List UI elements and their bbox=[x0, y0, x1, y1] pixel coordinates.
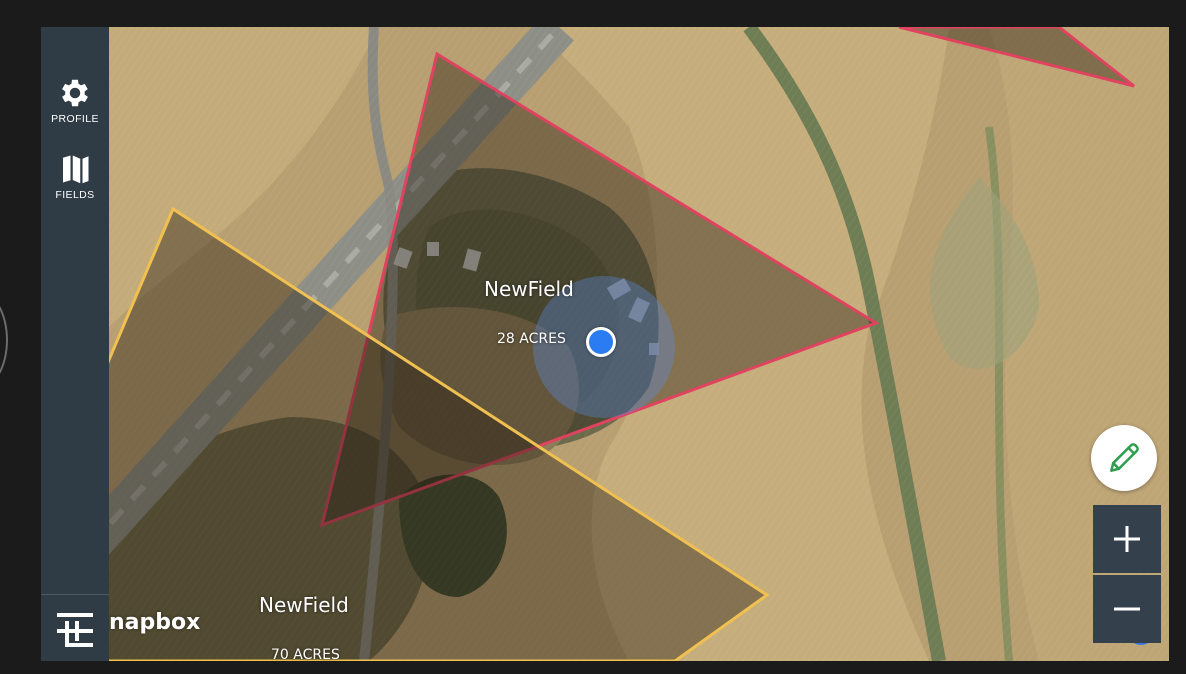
sidebar: PROFILE FIELDS bbox=[41, 27, 109, 661]
field-acres-label: 28 ACRES bbox=[497, 331, 566, 347]
minus-icon bbox=[1114, 607, 1140, 611]
field-name-label: NewField bbox=[484, 277, 574, 301]
sidebar-item-label: FIELDS bbox=[55, 189, 95, 201]
map-canvas[interactable]: NewField 28 ACRES NewField 70 ACRES napb… bbox=[109, 27, 1169, 661]
zoom-out-button[interactable] bbox=[1093, 575, 1161, 643]
background-ring bbox=[0, 290, 8, 390]
map-icon bbox=[63, 155, 89, 184]
sidebar-item-label: PROFILE bbox=[51, 113, 99, 125]
sidebar-item-fields[interactable]: FIELDS bbox=[41, 151, 109, 201]
plus-icon bbox=[1114, 526, 1140, 552]
app-logo bbox=[57, 613, 93, 647]
app-window: PROFILE FIELDS NewField 28 ACRES NewFiel… bbox=[41, 27, 1169, 661]
gear-icon bbox=[62, 79, 88, 107]
zoom-in-button[interactable] bbox=[1093, 505, 1161, 573]
edit-field-button[interactable] bbox=[1091, 425, 1157, 491]
sidebar-item-profile[interactable]: PROFILE bbox=[41, 75, 109, 125]
sidebar-divider bbox=[41, 594, 109, 595]
pencil-icon bbox=[1110, 443, 1139, 472]
field-acres-label: 70 ACRES bbox=[271, 647, 340, 661]
user-location-dot bbox=[586, 327, 616, 357]
field-name-label: NewField bbox=[259, 593, 349, 617]
map-attribution[interactable]: napbox bbox=[109, 610, 200, 635]
